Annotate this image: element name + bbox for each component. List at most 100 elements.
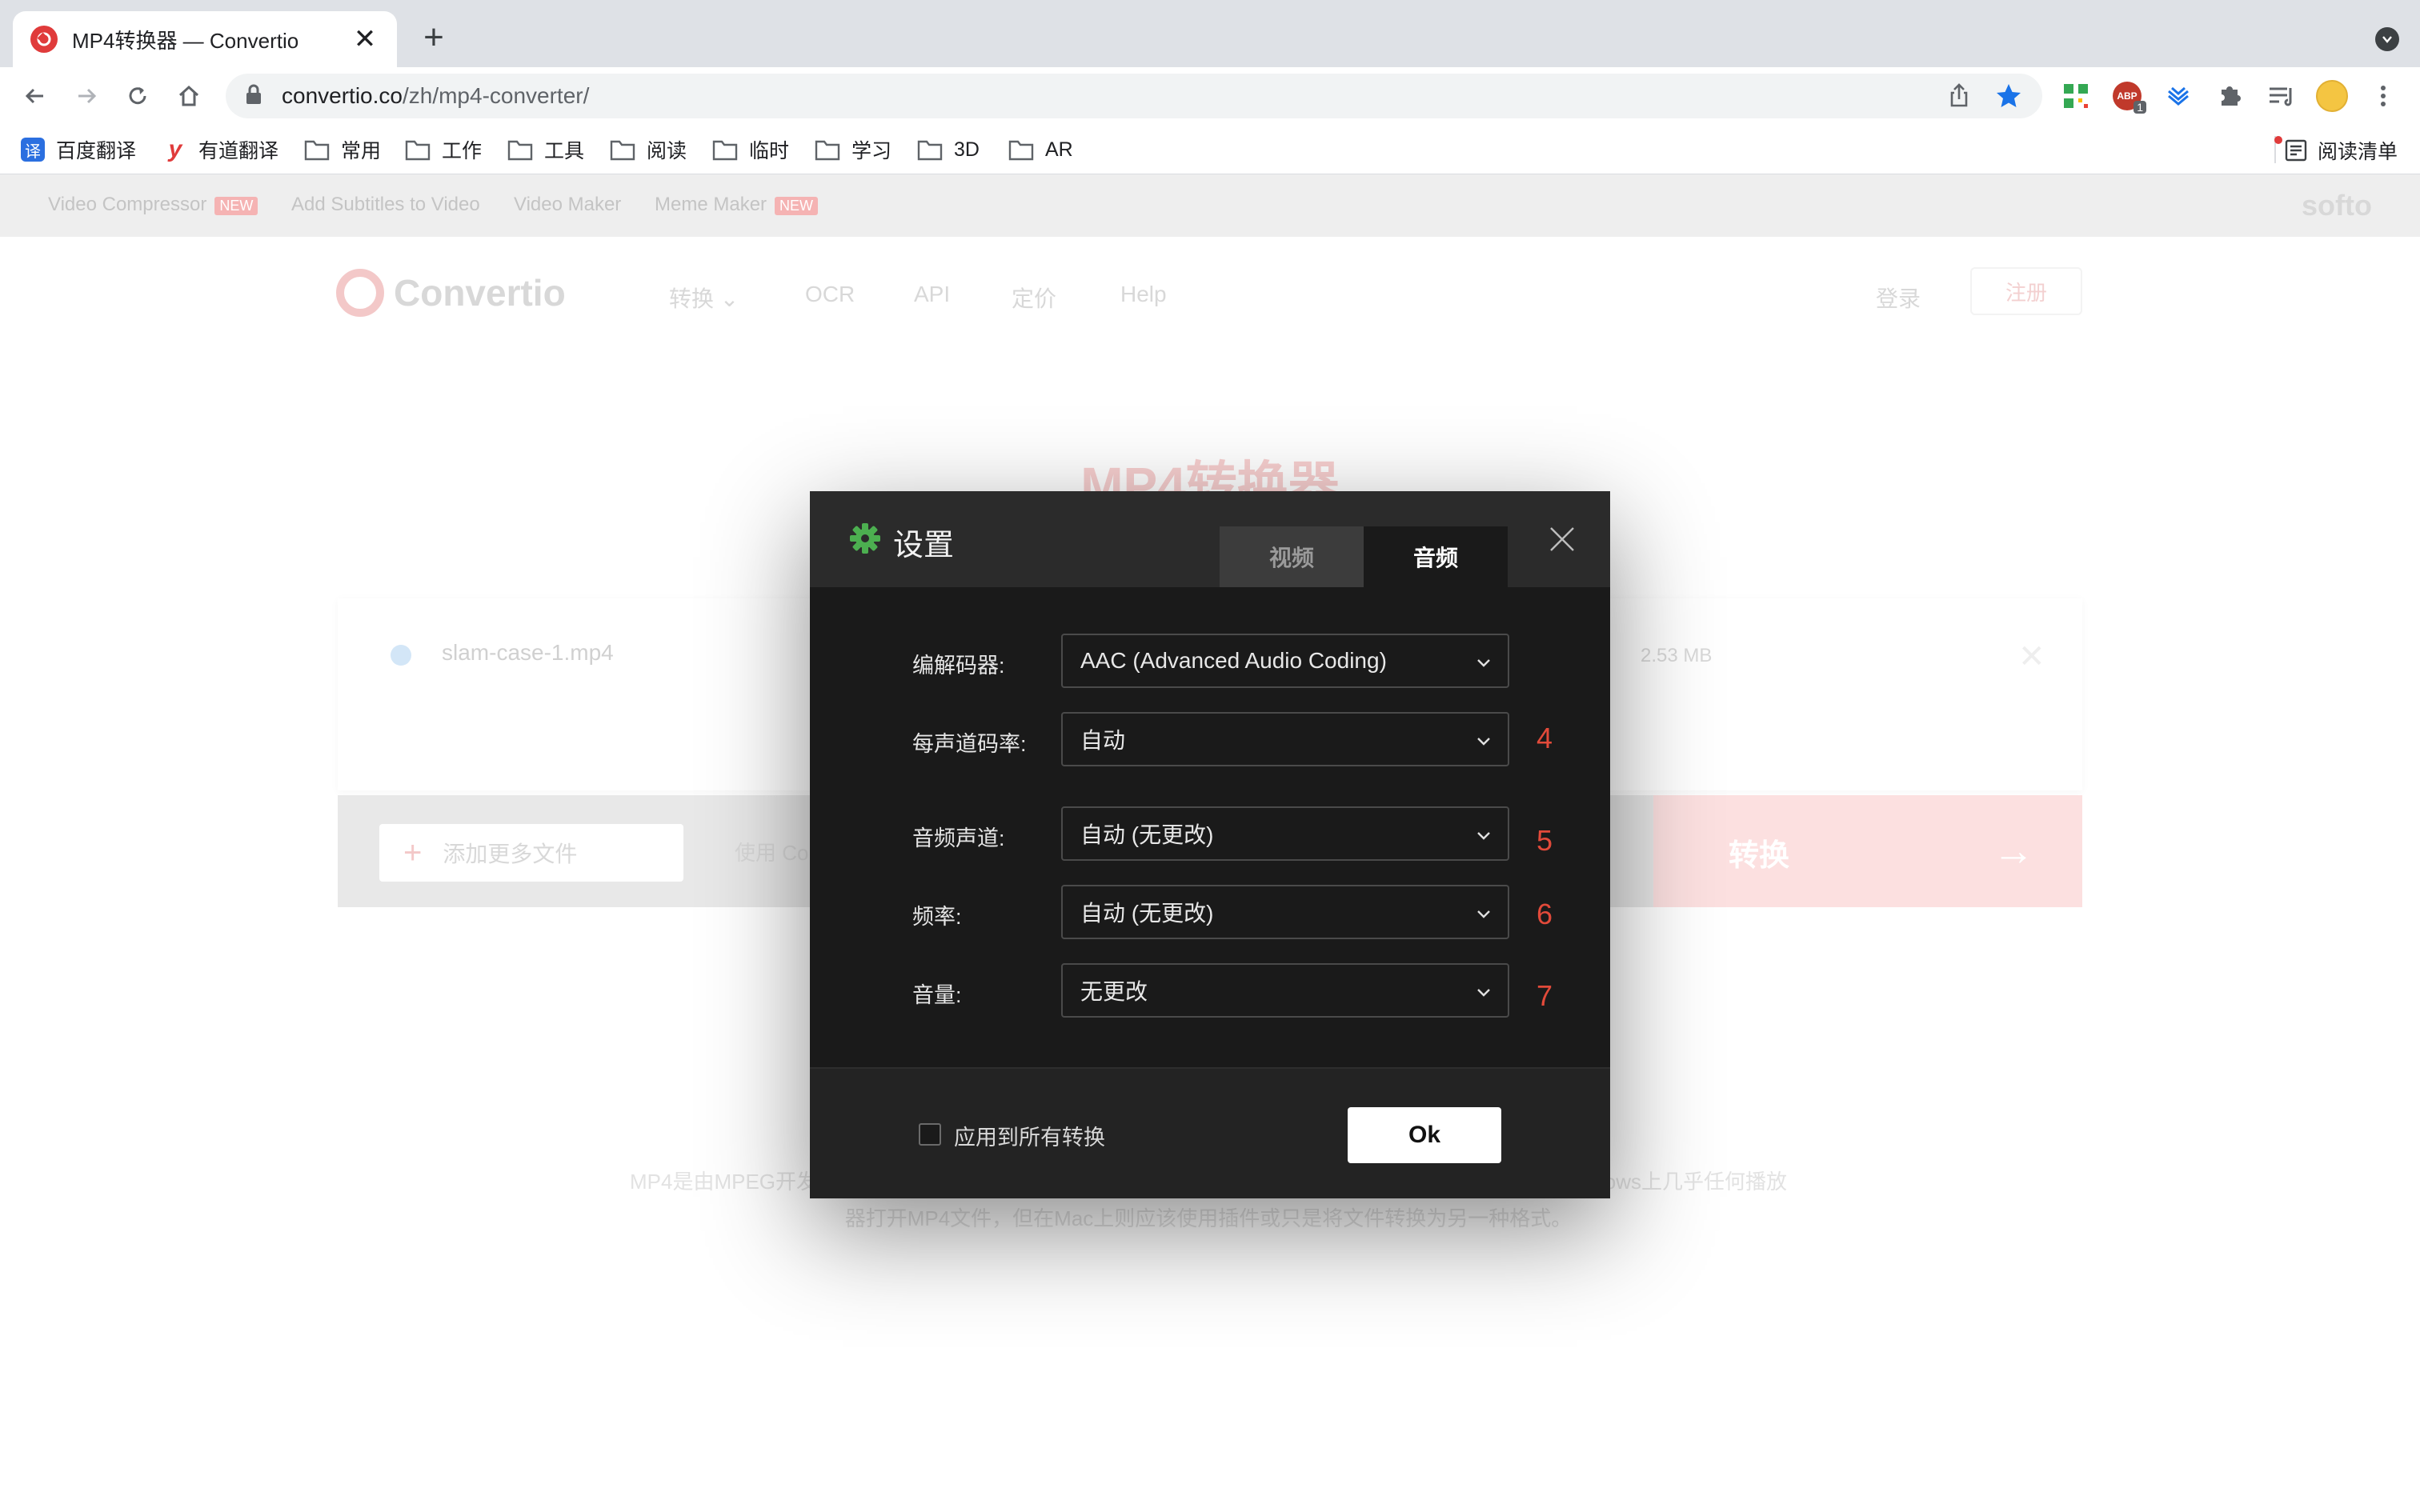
convertio-favicon-icon [30,26,58,53]
file-name: slam-case-1.mp4 [442,640,614,665]
nav-convert[interactable]: 转换 ⌄ [669,282,739,314]
file-type-icon [391,645,411,666]
site-header: Convertio 转换 ⌄ OCR API 定价 Help 登录 注册 [0,237,2420,350]
reading-list-button[interactable]: 阅读清单 [2284,136,2398,165]
tab-video[interactable]: 视频 [1220,526,1364,587]
url-path: /zh/mp4-converter/ [402,83,590,108]
home-icon [178,85,199,106]
bookmark-folder-changyong[interactable]: 常用 [304,136,381,163]
new-badge: NEW [775,197,819,215]
setting-row-volume: 音量: 无更改 7 [810,963,1610,1019]
bookmark-folder-gongzuo[interactable]: 工作 [405,136,482,163]
promo-link-video-compressor[interactable]: Video Compressor NEW [48,194,258,216]
qr-code-extension-icon[interactable] [2058,78,2093,114]
bookmark-youdao[interactable]: y 有道翻译 [163,136,278,163]
address-bar[interactable]: convertio.co/zh/mp4-converter/ [226,74,2042,118]
lock-icon [245,84,262,109]
bookmark-folder-ar[interactable]: AR [1008,136,1073,163]
channels-value: 自动 (无更改) [1080,822,1214,847]
login-link[interactable]: 登录 [1876,282,1921,314]
bookmark-baidu-fanyi[interactable]: 译 百度翻译 [21,136,136,163]
nav-ocr[interactable]: OCR [805,282,855,307]
browser-tab[interactable]: MP4转换器 — Convertio ✕ [13,11,397,67]
apply-all-checkbox[interactable] [919,1123,941,1146]
adblock-extension-icon[interactable]: ABP 1 [2109,78,2146,114]
close-icon [1550,527,1574,551]
promo-link-add-subtitles[interactable]: Add Subtitles to Video [291,194,480,216]
frequency-select[interactable]: 自动 (无更改) [1061,885,1509,939]
bookmark-folder-xuexi[interactable]: 学习 [815,136,891,163]
extensions-puzzle-icon[interactable] [2212,78,2247,114]
bookmarks-bar: 译 百度翻译 y 有道翻译 常用 工作 工具 阅读 临时 学习 3D AR 阅读 [0,125,2420,174]
apply-all-label[interactable]: 应用到所有转换 [954,1120,1105,1151]
tab-audio[interactable]: 音频 [1364,526,1508,587]
tab-close-icon[interactable]: ✕ [351,25,379,54]
chevron-down-icon [1477,910,1490,918]
reload-icon [129,87,146,105]
share-icon[interactable] [1945,82,1973,114]
nav-api[interactable]: API [914,282,950,307]
convert-button[interactable]: 转换 → [1653,795,2082,907]
chevron-down-icon [1477,738,1490,746]
feedly-extension-icon[interactable] [2161,78,2196,114]
codec-label: 编解码器: [912,654,1005,678]
bookmark-folder-linshi[interactable]: 临时 [712,136,789,163]
profile-avatar-icon[interactable] [2314,78,2350,114]
forward-button[interactable] [69,78,104,114]
new-tab-button[interactable]: + [416,18,451,58]
channels-label: 音频声道: [912,826,1005,850]
baidu-fanyi-icon: 译 [21,138,45,162]
bookmark-label: 百度翻译 [56,140,137,162]
nav-help[interactable]: Help [1120,282,1167,307]
back-button[interactable] [18,78,53,114]
bookmark-folder-3d[interactable]: 3D [917,136,980,163]
bitrate-label: 每声道码率: [912,732,1027,756]
bitrate-select[interactable]: 自动 [1061,712,1509,766]
promo-link-video-maker[interactable]: Video Maker [514,194,621,216]
reading-list-unread-dot [2274,136,2282,144]
promo-link-meme-maker[interactable]: Meme Maker NEW [655,194,819,216]
plus-icon: + [403,834,423,870]
tab-search-icon[interactable] [2375,27,2399,51]
add-more-files-button[interactable]: + 添加更多文件 [379,824,683,882]
frequency-label: 频率: [912,905,962,929]
softo-promo-strip: Video Compressor NEW Add Subtitles to Vid… [0,174,2420,237]
remove-file-icon[interactable]: ✕ [2018,638,2045,675]
bookmark-folder-yuedu[interactable]: 阅读 [610,136,687,163]
browser-menu-icon[interactable] [2366,78,2401,114]
signup-button[interactable]: 注册 [1970,267,2082,315]
setting-row-channels: 音频声道: 自动 (无更改) 5 [810,806,1610,862]
add-more-label: 添加更多文件 [443,842,578,866]
bookmark-label: 阅读 [647,140,687,162]
chevron-down-icon [1477,659,1490,667]
bookmark-star-icon[interactable] [1994,82,2023,114]
channels-select[interactable]: 自动 (无更改) [1061,806,1509,861]
annotation-number: 7 [1537,979,1553,1012]
volume-select[interactable]: 无更改 [1061,963,1509,1018]
url-host: convertio.co [282,83,403,108]
codec-select[interactable]: AAC (Advanced Audio Coding) [1061,634,1509,688]
bookmark-label: 临时 [749,140,790,162]
setting-row-codec: 编解码器: AAC (Advanced Audio Coding) [810,634,1610,690]
annotation-number: 4 [1537,722,1553,754]
nav-pricing[interactable]: 定价 [1012,282,1056,314]
file-size: 2.53 MB [1641,645,1713,666]
home-button[interactable] [171,78,206,114]
bookmark-folder-gongju[interactable]: 工具 [507,136,584,163]
close-modal-button[interactable] [1546,523,1578,555]
ok-button[interactable]: Ok [1348,1107,1501,1163]
chevron-down-icon [1477,832,1490,840]
audio-settings-panel: 编解码器: AAC (Advanced Audio Coding) 每声道码率:… [810,587,1610,1067]
annotation-number: 5 [1537,824,1553,857]
gear-icon [850,523,880,554]
frequency-value: 自动 (无更改) [1080,901,1214,926]
url-text: convertio.co/zh/mp4-converter/ [282,83,589,109]
codec-value: AAC (Advanced Audio Coding) [1080,648,1387,673]
reload-button[interactable] [120,78,155,114]
logo-text: Convertio [394,272,566,314]
convertio-logo[interactable]: Convertio [336,269,566,317]
chevron-down-icon: ⌄ [719,286,739,311]
setting-row-frequency: 频率: 自动 (无更改) 6 [810,885,1610,941]
softo-brand[interactable]: softo [2302,189,2372,222]
reading-list-queue-icon[interactable] [2263,78,2298,114]
